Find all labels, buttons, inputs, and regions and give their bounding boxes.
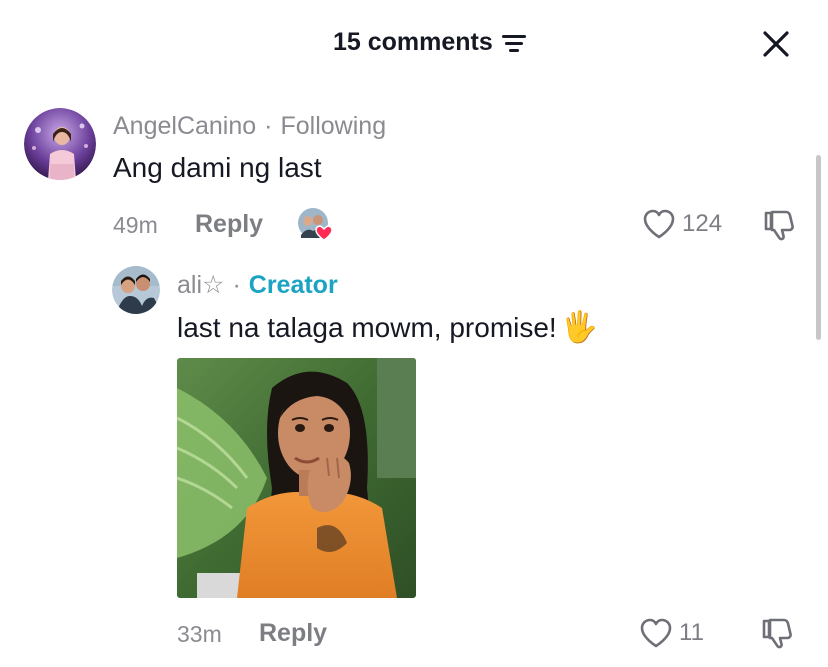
reply-button[interactable]: Reply: [259, 619, 327, 648]
creator-liked-badge: [298, 208, 333, 241]
creator-tag: Creator: [248, 270, 338, 299]
comment-text: Ang dami ng last: [113, 152, 322, 183]
avatar[interactable]: [112, 266, 160, 314]
reply-username[interactable]: ali☆: [177, 270, 224, 300]
comments-count-label: 15 comments: [333, 28, 493, 56]
heart-outline-icon: [643, 209, 675, 239]
like-count: 11: [679, 619, 704, 646]
raised-hand-emoji: 🖐: [560, 311, 599, 344]
comment-username[interactable]: AngelCanino: [113, 112, 256, 141]
separator-dot: ·: [232, 270, 241, 299]
reply-username-line: ali☆ · Creator: [177, 270, 338, 300]
close-icon[interactable]: [758, 26, 794, 62]
avatar[interactable]: [24, 108, 96, 180]
separator-dot: ·: [264, 112, 273, 140]
comments-header: 15 comments: [0, 0, 828, 90]
dislike-icon[interactable]: [762, 208, 796, 242]
comments-panel: 15 comments AngelCanino · Following Ang …: [0, 0, 828, 667]
heart-outline-icon: [640, 618, 672, 648]
sort-lines-icon[interactable]: [501, 32, 527, 54]
reply-gif-image[interactable]: [177, 358, 416, 598]
like-count: 124: [682, 210, 723, 237]
like-button[interactable]: 124: [642, 208, 722, 240]
comments-title[interactable]: 15 comments: [333, 28, 527, 57]
like-button[interactable]: 11: [639, 617, 704, 649]
comment-timestamp: 49m: [113, 212, 158, 238]
reply-button[interactable]: Reply: [195, 210, 263, 239]
following-tag: Following: [280, 112, 387, 140]
reply-timestamp: 33m: [177, 621, 222, 647]
dislike-icon[interactable]: [760, 616, 794, 650]
comment-username-line: AngelCanino · Following: [113, 112, 386, 141]
reply-text: last na talaga mowm, promise! 🖐: [177, 310, 598, 345]
scrollbar[interactable]: [816, 155, 821, 340]
reply-text-content: last na talaga mowm, promise!: [177, 311, 557, 343]
